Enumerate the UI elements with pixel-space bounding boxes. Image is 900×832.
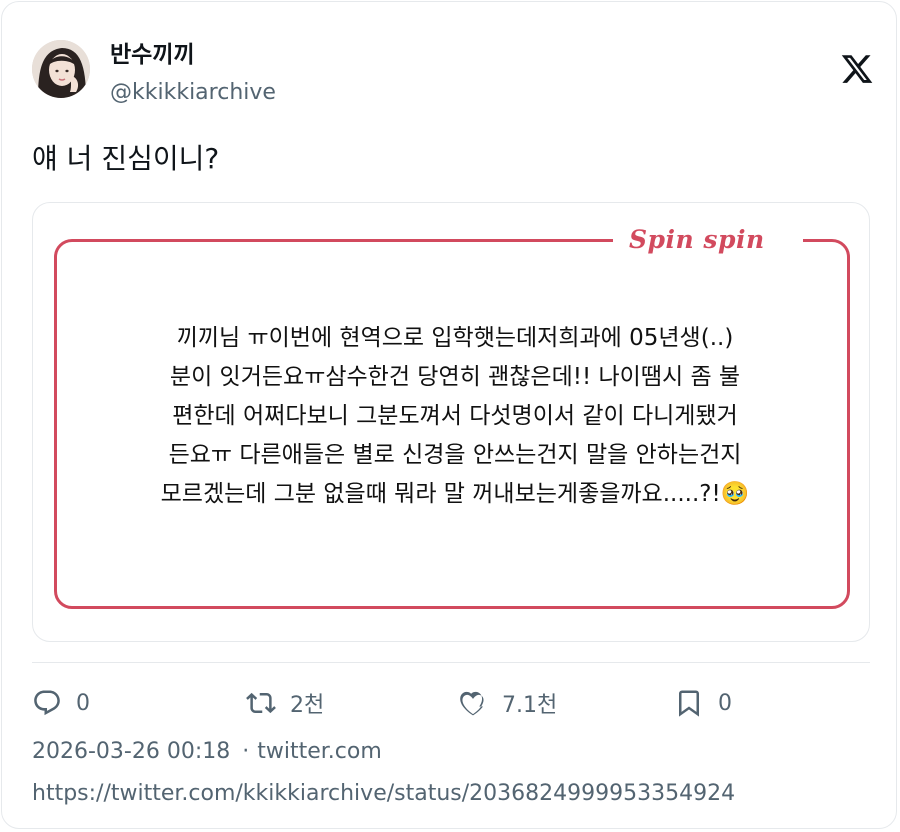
x-logo-icon[interactable] bbox=[840, 52, 874, 86]
tweet-card: 반수끼끼 @kkikkiarchive 얘 너 진심이니? Spin spin … bbox=[1, 1, 897, 829]
brand-logo: Spin spin bbox=[629, 225, 765, 254]
like-count: 7.1천 bbox=[502, 693, 558, 718]
reply-count: 0 bbox=[76, 690, 90, 716]
reply-button[interactable]: 0 bbox=[32, 686, 90, 720]
heart-icon bbox=[458, 688, 488, 718]
timestamp[interactable]: 2026-03-26 00:18 bbox=[32, 739, 230, 764]
tweet-url[interactable]: https://twitter.com/kkikkiarchive/status… bbox=[32, 778, 735, 810]
avatar[interactable] bbox=[32, 40, 90, 98]
retweet-icon bbox=[246, 688, 276, 718]
tweet-text: 얘 너 진심이니? bbox=[32, 142, 220, 175]
bookmark-button[interactable]: 0 bbox=[674, 686, 732, 720]
retweet-button[interactable]: 2천 bbox=[246, 686, 324, 720]
tweet-meta: 2026-03-26 00:18 · twitter.com bbox=[32, 736, 382, 768]
bookmark-count: 0 bbox=[718, 690, 732, 716]
avatar-image bbox=[32, 40, 90, 98]
note-text: 끼끼님 ㅠ이번에 현역으로 입학햇는데저희과에 05년생(..) 분이 잇거든요… bbox=[160, 325, 750, 507]
retweet-count: 2천 bbox=[290, 693, 325, 718]
bookmark-icon bbox=[674, 688, 704, 718]
author-handle[interactable]: @kkikkiarchive bbox=[110, 78, 276, 108]
tweet-media[interactable]: Spin spin 끼끼님 ㅠ이번에 현역으로 입학햇는데저희과에 05년생(.… bbox=[32, 202, 870, 642]
author-name[interactable]: 반수끼끼 bbox=[110, 40, 195, 70]
reply-icon bbox=[32, 688, 62, 718]
source-link[interactable]: twitter.com bbox=[257, 739, 382, 764]
divider bbox=[32, 662, 870, 663]
meta-separator: · bbox=[242, 739, 250, 764]
like-button[interactable]: 7.1천 bbox=[458, 686, 557, 720]
